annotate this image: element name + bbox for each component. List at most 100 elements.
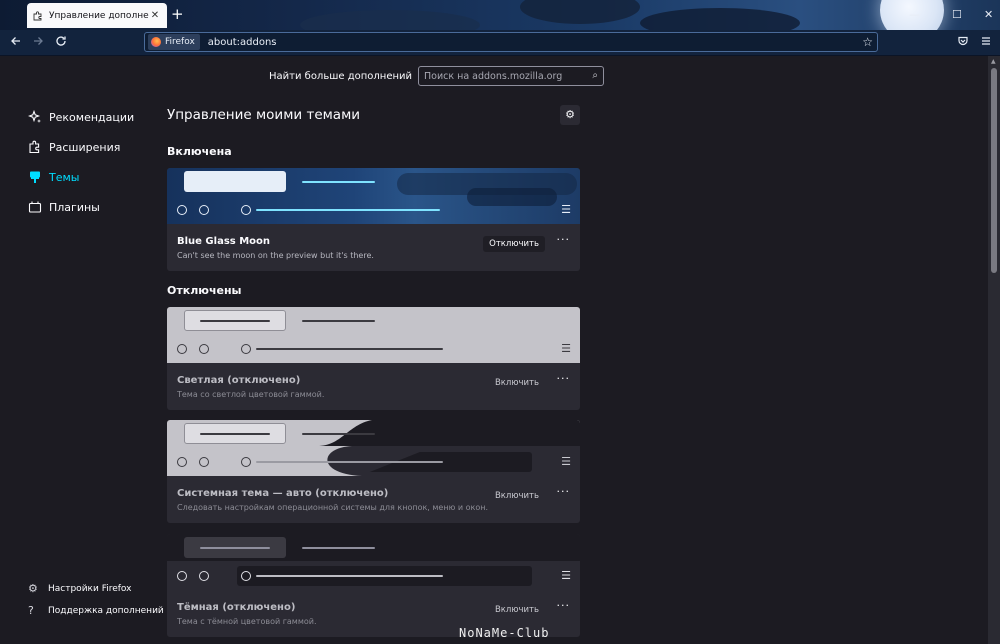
- plugin-icon: [28, 200, 42, 214]
- page-scrollbar[interactable]: ▲: [988, 56, 1000, 644]
- back-button[interactable]: [8, 35, 24, 51]
- tab-addons[interactable]: Управление дополнениями ✕: [27, 3, 167, 28]
- preview-line: [256, 348, 443, 350]
- preview-menu-icon: ☰: [561, 455, 571, 468]
- categories-sidebar: Рекомендации Расширения Темы Плагины: [28, 102, 134, 222]
- addons-support-link[interactable]: ? Поддержка дополнений: [28, 604, 164, 617]
- preview-circle: [199, 571, 209, 581]
- reload-button[interactable]: [53, 35, 69, 51]
- disable-button[interactable]: Отключить: [483, 236, 545, 252]
- more-options-button[interactable]: ···: [557, 372, 571, 385]
- enabled-section-heading: Включена: [167, 145, 232, 158]
- preview-menu-icon: ☰: [561, 569, 571, 582]
- firefox-settings-link[interactable]: ⚙ Настройки Firefox: [28, 582, 131, 595]
- firefox-logo-icon: [151, 37, 161, 47]
- theme-card-system-auto[interactable]: ☰ Системная тема — авто (отключено) След…: [167, 420, 580, 523]
- theme-description: Тема со светлой цветовой гаммой.: [177, 390, 325, 399]
- sky-cloud: [640, 8, 800, 30]
- tools-gear-button[interactable]: ⚙: [560, 105, 580, 125]
- watermark: NoNaMe-Club: [459, 626, 550, 640]
- preview-line: [256, 575, 443, 577]
- more-options-button[interactable]: ···: [557, 233, 571, 246]
- preview-circle: [241, 571, 251, 581]
- theme-card-blue-glass-moon[interactable]: ☰ Blue Glass Moon Can't see the moon on …: [167, 168, 580, 271]
- gear-icon: ⚙: [565, 108, 575, 121]
- sparkle-icon: [28, 110, 42, 124]
- theme-preview: ☰: [167, 534, 580, 590]
- preview-line: [302, 547, 375, 549]
- theme-card-light[interactable]: ☰ Светлая (отключено) Тема со светлой цв…: [167, 307, 580, 410]
- sidebar-item-plugins[interactable]: Плагины: [28, 192, 134, 222]
- maximize-button[interactable]: ☐: [952, 8, 962, 21]
- new-tab-button[interactable]: +: [171, 7, 184, 22]
- sidebar-item-recommendations[interactable]: Рекомендации: [28, 102, 134, 132]
- preview-circle: [199, 457, 209, 467]
- preview-circle: [241, 457, 251, 467]
- sidebar-item-label: Плагины: [49, 200, 100, 214]
- close-window-button[interactable]: ✕: [984, 8, 993, 21]
- pocket-icon: [958, 36, 968, 46]
- preview-circle: [177, 571, 187, 581]
- arrow-left-icon: [11, 37, 20, 45]
- sky-cloud: [300, 10, 480, 30]
- enable-button[interactable]: Включить: [489, 375, 545, 391]
- identity-label: Firefox: [165, 37, 195, 47]
- scroll-up-arrow-icon[interactable]: ▲: [991, 58, 996, 65]
- theme-description: Следовать настройкам операционной систем…: [177, 503, 488, 512]
- sky-cloud: [520, 0, 640, 24]
- preview-line: [200, 547, 270, 549]
- preview-line: [200, 320, 270, 322]
- theme-info: Системная тема — авто (отключено) Следов…: [167, 476, 580, 523]
- tab-close-icon[interactable]: ✕: [149, 10, 161, 21]
- navigation-toolbar: Firefox about:addons ☆: [0, 30, 1000, 56]
- pocket-button[interactable]: [955, 35, 971, 51]
- preview-circle: [177, 205, 187, 215]
- theme-card-dark[interactable]: ☰ Тёмная (отключено) Тема с тёмной цвето…: [167, 534, 580, 637]
- arrow-right-icon: [34, 37, 43, 45]
- theme-preview: ☰: [167, 307, 580, 363]
- minimize-button[interactable]: —: [909, 8, 920, 21]
- url-text[interactable]: about:addons: [208, 37, 277, 48]
- forward-button[interactable]: [30, 35, 46, 51]
- preview-line: [256, 209, 440, 211]
- theme-description: Can't see the moon on the preview but it…: [177, 251, 374, 260]
- sidebar-item-themes[interactable]: Темы: [28, 162, 134, 192]
- enable-button[interactable]: Включить: [489, 602, 545, 618]
- addons-search-input[interactable]: Поиск на addons.mozilla.org ⌕: [418, 66, 605, 86]
- reload-icon: [56, 36, 66, 46]
- find-more-bar: Найти больше дополнений Поиск на addons.…: [269, 66, 605, 86]
- bookmark-star-icon[interactable]: ☆: [862, 35, 873, 49]
- page-title: Управление моими темами: [167, 107, 361, 123]
- preview-line: [302, 320, 375, 322]
- theme-description: Тема с тёмной цветовой гаммой.: [177, 617, 317, 626]
- preview-line: [302, 181, 375, 183]
- disabled-section-heading: Отключены: [167, 284, 242, 297]
- scrollbar-thumb[interactable]: [991, 68, 997, 273]
- puzzle-icon: [33, 10, 42, 20]
- theme-info: Светлая (отключено) Тема со светлой цвет…: [167, 363, 580, 410]
- sidebar-item-extensions[interactable]: Расширения: [28, 132, 134, 162]
- more-options-button[interactable]: ···: [557, 599, 571, 612]
- preview-tab: [184, 171, 286, 192]
- preview-circle: [177, 344, 187, 354]
- enable-button[interactable]: Включить: [489, 488, 545, 504]
- preview-circle: [199, 344, 209, 354]
- preview-line: [256, 461, 443, 463]
- find-more-label: Найти больше дополнений: [269, 70, 413, 82]
- app-menu-button[interactable]: [978, 35, 994, 51]
- brush-icon: [28, 170, 42, 184]
- puzzle-icon: [28, 140, 42, 154]
- sidebar-item-label: Рекомендации: [49, 110, 135, 124]
- more-options-button[interactable]: ···: [557, 485, 571, 498]
- preview-circle: [241, 205, 251, 215]
- url-bar[interactable]: Firefox about:addons ☆: [144, 32, 878, 52]
- preview-circle: [177, 457, 187, 467]
- theme-preview: ☰: [167, 168, 580, 224]
- identity-box[interactable]: Firefox: [148, 34, 200, 50]
- preview-menu-icon: ☰: [561, 342, 571, 355]
- gear-icon: ⚙: [28, 582, 38, 595]
- help-icon: ?: [28, 604, 34, 617]
- preview-menu-icon: ☰: [561, 203, 571, 216]
- theme-info: Blue Glass Moon Can't see the moon on th…: [167, 224, 580, 271]
- sidebar-item-label: Темы: [49, 170, 80, 184]
